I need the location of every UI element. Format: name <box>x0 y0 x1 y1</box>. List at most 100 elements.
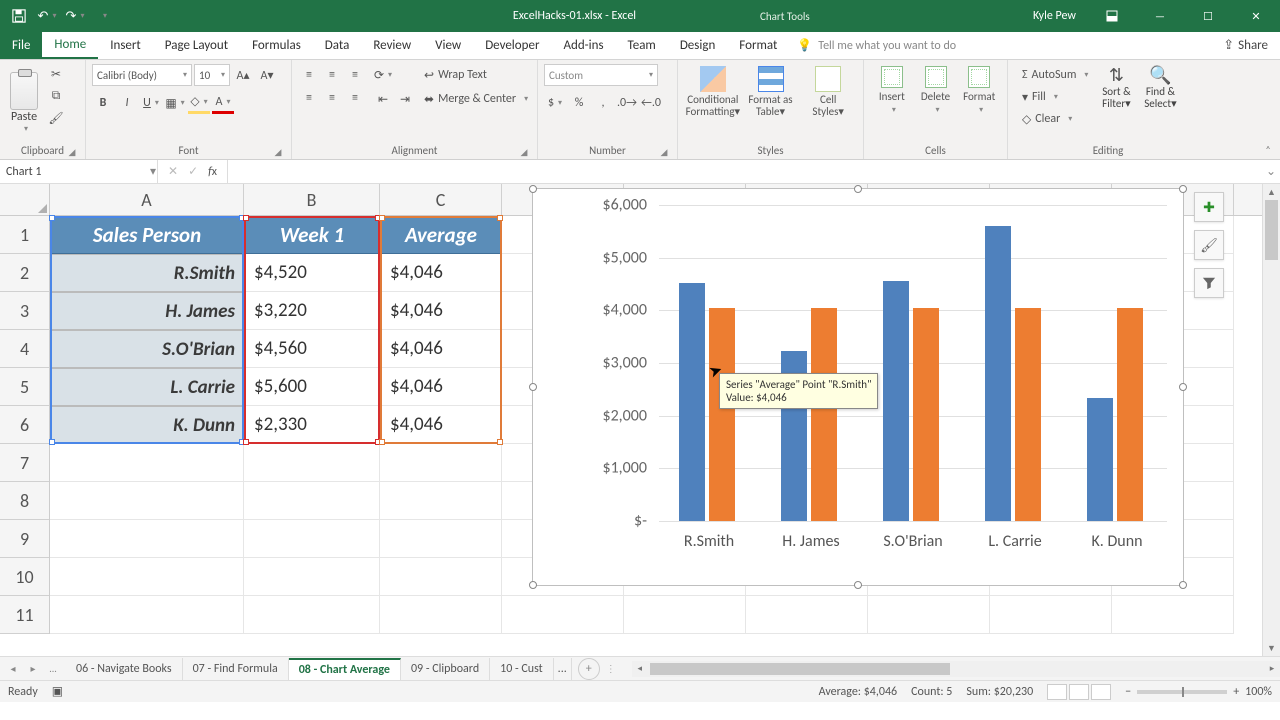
dialog-launcher-icon[interactable]: ◢ <box>519 147 529 157</box>
italic-icon[interactable]: I <box>116 92 138 114</box>
cell[interactable]: $4,520 <box>244 254 380 292</box>
undo-icon[interactable]: ↶▾ <box>34 3 60 29</box>
sheet-tab[interactable]: 09 - Clipboard <box>401 658 490 680</box>
share-button[interactable]: ⇪ Share <box>1211 32 1280 59</box>
cell[interactable]: H. James <box>50 292 244 330</box>
insert-cells-button[interactable]: Insert▾ <box>870 64 914 115</box>
tab-format[interactable]: Format <box>727 32 789 59</box>
chart-elements-button[interactable]: ✚ <box>1194 192 1224 222</box>
chart-resize-handle[interactable] <box>1179 185 1187 193</box>
chart-resize-handle[interactable] <box>1179 383 1187 391</box>
tab-scroll-right-icon[interactable]: ▸ <box>24 660 42 678</box>
cell[interactable] <box>746 596 868 634</box>
bar-average[interactable] <box>709 308 735 521</box>
decrease-font-icon[interactable]: A▾ <box>256 64 278 86</box>
accounting-icon[interactable]: $▾ <box>544 92 566 114</box>
cell[interactable]: $4,046 <box>380 368 502 406</box>
row-header[interactable]: 3 <box>0 292 49 330</box>
decrease-indent-icon[interactable]: ⇤ <box>372 88 394 110</box>
cell[interactable] <box>244 558 380 596</box>
tell-me-search[interactable]: 💡 Tell me what you want to do <box>789 32 1211 59</box>
zoom-slider[interactable] <box>1137 690 1227 694</box>
zoom-in-icon[interactable]: + <box>1233 685 1239 699</box>
tab-formulas[interactable]: Formulas <box>240 32 313 59</box>
normal-view-icon[interactable] <box>1047 684 1067 700</box>
cancel-formula-icon[interactable]: ✕ <box>168 164 178 179</box>
copy-icon[interactable]: ⧉ <box>46 86 66 106</box>
format-cells-button[interactable]: Format▾ <box>957 64 1001 115</box>
cell[interactable] <box>244 520 380 558</box>
tab-home[interactable]: Home <box>42 32 98 59</box>
bar-average[interactable] <box>811 308 837 521</box>
tab-addins[interactable]: Add-ins <box>551 32 615 59</box>
scrollbar-thumb[interactable] <box>1265 200 1278 260</box>
increase-font-icon[interactable]: A▴ <box>232 64 254 86</box>
macro-record-icon[interactable]: ▣ <box>52 684 63 699</box>
bar-average[interactable] <box>913 308 939 521</box>
cell[interactable] <box>868 596 990 634</box>
name-box[interactable]: ▾ <box>0 160 158 183</box>
close-icon[interactable]: ✕ <box>1234 1 1278 31</box>
percent-icon[interactable]: % <box>568 92 590 114</box>
select-all-triangle[interactable] <box>0 184 50 216</box>
find-select-icon[interactable]: 🔍 <box>1149 64 1171 86</box>
cell[interactable]: $2,330 <box>244 406 380 444</box>
chart-resize-handle[interactable] <box>529 383 537 391</box>
cell[interactable]: Sales Person <box>50 216 244 254</box>
comma-icon[interactable]: , <box>592 92 614 114</box>
tab-developer[interactable]: Developer <box>473 32 551 59</box>
tab-design[interactable]: Design <box>668 32 727 59</box>
font-name-combo[interactable]: Calibri (Body)▾ <box>92 64 192 86</box>
column-header[interactable]: B <box>244 184 380 215</box>
cell[interactable] <box>244 482 380 520</box>
sheet-tab[interactable]: 06 - Navigate Books <box>66 658 183 680</box>
name-box-dropdown-icon[interactable]: ▾ <box>149 164 157 179</box>
cell[interactable]: L. Carrie <box>50 368 244 406</box>
tab-scroll-more-icon[interactable]: ... <box>44 660 62 678</box>
tab-review[interactable]: Review <box>361 32 423 59</box>
maximize-icon[interactable]: ☐ <box>1186 1 1230 31</box>
tab-insert[interactable]: Insert <box>98 32 153 59</box>
tab-file[interactable]: File <box>0 32 42 59</box>
bold-icon[interactable]: B <box>92 92 114 114</box>
cell[interactable] <box>380 444 502 482</box>
scroll-right-icon[interactable]: ▸ <box>1264 661 1280 677</box>
page-break-view-icon[interactable] <box>1091 684 1111 700</box>
borders-icon[interactable]: ▦▾ <box>164 92 186 114</box>
ribbon-options-icon[interactable] <box>1090 1 1134 31</box>
merge-center-button[interactable]: ⬌Merge & Center▾ <box>424 88 528 110</box>
row-header[interactable]: 5 <box>0 368 49 406</box>
cell[interactable]: Week 1 <box>244 216 380 254</box>
cell[interactable] <box>380 482 502 520</box>
bar-week1[interactable] <box>1087 398 1113 521</box>
qat-customize-icon[interactable]: ▾ <box>90 3 116 29</box>
font-color-icon[interactable]: A▾ <box>212 92 234 114</box>
cell[interactable]: $4,046 <box>380 292 502 330</box>
chart-resize-handle[interactable] <box>529 185 537 193</box>
cell[interactable] <box>244 596 380 634</box>
minimize-icon[interactable]: — <box>1138 1 1182 31</box>
cell[interactable]: $4,046 <box>380 330 502 368</box>
row-header[interactable]: 1 <box>0 216 49 254</box>
fx-icon[interactable]: fx <box>208 165 217 179</box>
bar-week1[interactable] <box>985 226 1011 521</box>
cell[interactable] <box>624 596 746 634</box>
cell[interactable] <box>50 444 244 482</box>
underline-icon[interactable]: U▾ <box>140 92 162 114</box>
format-as-table-button[interactable]: Format asTable▾ <box>742 64 800 118</box>
increase-decimal-icon[interactable]: .0→ <box>616 92 638 114</box>
tab-view[interactable]: View <box>423 32 473 59</box>
horizontal-scrollbar[interactable]: ◂ ▸ <box>632 661 1280 677</box>
cell[interactable]: $4,046 <box>380 406 502 444</box>
cell[interactable] <box>1112 596 1234 634</box>
align-left-icon[interactable]: ≡ <box>298 87 320 109</box>
bar-week1[interactable] <box>883 281 909 521</box>
fill-color-icon[interactable]: ◇▾ <box>188 92 210 114</box>
row-header[interactable]: 9 <box>0 520 49 558</box>
cell[interactable] <box>244 444 380 482</box>
cell[interactable]: K. Dunn <box>50 406 244 444</box>
align-top-icon[interactable]: ≡ <box>298 64 320 86</box>
tab-team[interactable]: Team <box>616 32 668 59</box>
expand-formula-bar-icon[interactable]: ⌄ <box>1262 160 1280 183</box>
chart-styles-button[interactable]: 🖌 <box>1194 230 1224 260</box>
